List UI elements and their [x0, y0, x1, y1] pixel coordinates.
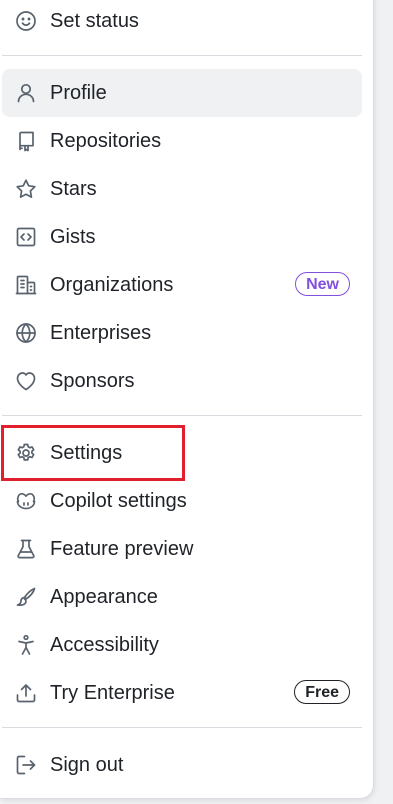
- sign-out-icon: [14, 753, 38, 777]
- smiley-icon: [14, 9, 38, 33]
- menu-item-enterprises[interactable]: Enterprises: [2, 309, 362, 357]
- heart-icon: [14, 369, 38, 393]
- person-icon: [14, 81, 38, 105]
- menu-item-gists[interactable]: Gists: [2, 213, 362, 261]
- menu-item-label: Sponsors: [50, 370, 135, 392]
- menu-item-label: Feature preview: [50, 538, 194, 560]
- menu-item-organizations[interactable]: Organizations New: [2, 261, 362, 309]
- star-icon: [14, 177, 38, 201]
- copilot-icon: [14, 489, 38, 513]
- divider: [2, 415, 362, 416]
- upload-icon: [14, 681, 38, 705]
- menu-item-label: Repositories: [50, 130, 162, 152]
- menu-item-label: Profile: [50, 82, 107, 104]
- menu-item-repositories[interactable]: Repositories: [2, 117, 362, 165]
- gear-icon: [14, 441, 38, 465]
- globe-icon: [14, 321, 38, 345]
- new-badge: New: [295, 272, 350, 296]
- menu-item-label: Try Enterprise: [50, 682, 175, 704]
- organization-icon: [14, 273, 38, 297]
- menu-item-sign-out[interactable]: Sign out: [2, 741, 362, 789]
- code-square-icon: [14, 225, 38, 249]
- beaker-icon: [14, 537, 38, 561]
- repo-icon: [14, 129, 38, 153]
- user-menu: Set status Profile Repositories Stars Gi…: [0, 0, 374, 799]
- menu-item-appearance[interactable]: Appearance: [2, 573, 362, 621]
- menu-item-sponsors[interactable]: Sponsors: [2, 357, 362, 405]
- menu-item-label: Sign out: [50, 754, 124, 776]
- divider: [2, 55, 362, 56]
- menu-item-label: Organizations: [50, 274, 174, 296]
- menu-item-label: Accessibility: [50, 634, 159, 656]
- free-badge: Free: [294, 680, 350, 704]
- menu-item-accessibility[interactable]: Accessibility: [2, 621, 362, 669]
- menu-item-label: Settings: [50, 442, 123, 464]
- menu-item-set-status[interactable]: Set status: [2, 0, 362, 45]
- menu-item-label: Enterprises: [50, 322, 152, 344]
- paintbrush-icon: [14, 585, 38, 609]
- menu-item-settings[interactable]: Settings: [2, 429, 362, 477]
- accessibility-icon: [14, 633, 38, 657]
- menu-item-copilot-settings[interactable]: Copilot settings: [2, 477, 362, 525]
- menu-item-label: Copilot settings: [50, 490, 187, 512]
- menu-item-profile[interactable]: Profile: [2, 69, 362, 117]
- menu-item-label: Gists: [50, 226, 96, 248]
- menu-item-stars[interactable]: Stars: [2, 165, 362, 213]
- menu-item-label: Appearance: [50, 586, 158, 608]
- menu-item-feature-preview[interactable]: Feature preview: [2, 525, 362, 573]
- divider: [2, 727, 362, 728]
- menu-item-label: Stars: [50, 178, 97, 200]
- menu-item-try-enterprise[interactable]: Try Enterprise Free: [2, 669, 362, 717]
- menu-item-label: Set status: [50, 10, 139, 32]
